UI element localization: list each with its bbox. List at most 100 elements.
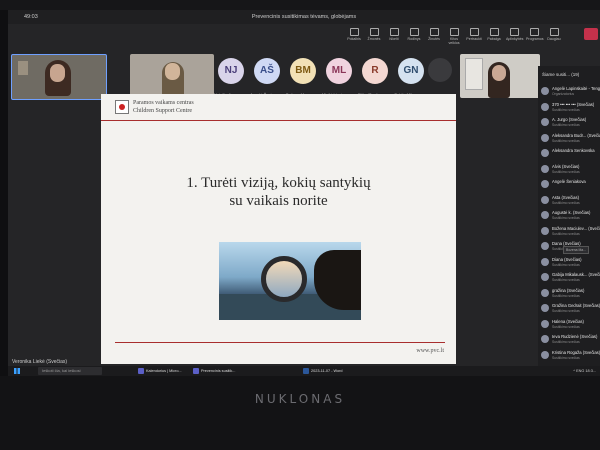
- presenter-name: Veronika Liekė (Svečias): [12, 359, 68, 365]
- participant-list-name: 370 ••• ••• ••• (Svečias): [552, 101, 595, 107]
- participant-avatar[interactable]: AŠ: [254, 58, 280, 84]
- participant-list-item[interactable]: Diana (Svečias) Susitikimo svečias: [541, 257, 600, 269]
- participant-list-name: Gabija Mikalausk... (Svečias): [552, 272, 600, 277]
- chat-button[interactable]: Pokalbis: [346, 28, 362, 41]
- person-face: [50, 64, 65, 82]
- participant-list-item[interactable]: Halena (Svečias) Susitikimo svečias: [541, 319, 600, 331]
- view-icon: [409, 28, 419, 36]
- more-participants-icon[interactable]: [428, 58, 452, 82]
- slide-footer-url: www.pvc.lt: [416, 348, 444, 354]
- teams-icon: [193, 368, 199, 374]
- participant-list-name: Aleksandra Budr... (Svečias): [552, 132, 600, 138]
- participant-list-item[interactable]: A. Jurgo (Svečias) Susitikimo svečias: [541, 117, 600, 129]
- participant-list-item[interactable]: gražina (Svečias) Susitikimo svečias: [541, 288, 600, 300]
- person-face: [492, 65, 506, 81]
- settings-button[interactable]: Aplinkybės: [506, 28, 523, 41]
- participant-avatar-icon: [541, 335, 549, 343]
- participant-list-item[interactable]: Kristina Rogaža (Svečias) Susitikimo sveč…: [541, 350, 600, 362]
- participant-list-name: Asta (Svečias): [552, 194, 579, 200]
- taskbar-search-input[interactable]: Ieškoti čia, kai ieškosi: [38, 367, 102, 375]
- participant-list-item[interactable]: Aleksandra Budr... (Svečias) Susitikimo s…: [541, 133, 600, 145]
- organization-logo-icon: [115, 100, 129, 114]
- participant-avatar-icon: [541, 164, 549, 173]
- apps-button[interactable]: Programos: [526, 28, 544, 41]
- view-button[interactable]: Rodinys: [406, 28, 422, 41]
- participant-list-name: Angelė Šeniakova: [552, 179, 586, 184]
- participant-avatar-icon: [541, 257, 549, 266]
- participant-avatar-icon: [541, 242, 549, 250]
- participant-avatar-icon: [541, 288, 549, 297]
- background-window: [465, 58, 483, 90]
- participant-list-item[interactable]: Angelė Šeniakova: [541, 179, 600, 191]
- participant-avatar-icon: [541, 226, 549, 235]
- panel-header: Šiame susiti... (19): [542, 72, 580, 77]
- people-button[interactable]: Žmonės: [366, 28, 382, 41]
- participant-list-name: Ieva Rudzienė (Svečias): [552, 334, 598, 339]
- slide-photo: [219, 242, 361, 320]
- participant-list-role: Susitikimo svečias: [552, 200, 580, 205]
- hover-tooltip: Bozena Ma...: [563, 246, 589, 254]
- taskbar-app-meeting[interactable]: Prevencinis susitik...: [193, 367, 235, 375]
- participant-list-role: Susitikimo svečias: [552, 278, 580, 282]
- participant-list-name: Božena Maciulev... (Svečias): [552, 225, 600, 231]
- participant-list-item[interactable]: 370 ••• ••• ••• (Svečias) Susitikimo sveč…: [541, 102, 600, 114]
- pause-icon: [469, 28, 479, 36]
- end-button[interactable]: Pabaiga: [486, 28, 502, 41]
- participant-avatar[interactable]: NJ: [218, 58, 244, 84]
- photo-lens: [261, 256, 307, 302]
- participant-list-item[interactable]: Angelė Lapinskaitė - Teng... Organizatori…: [541, 86, 600, 98]
- windows-start-icon[interactable]: [14, 368, 20, 374]
- taskbar-app-word[interactable]: 2023-11-07 - Word: [303, 367, 343, 375]
- participant-avatar[interactable]: GN: [398, 58, 424, 84]
- stop-icon: [489, 28, 499, 36]
- participant-list-role: Organizatorius: [552, 92, 575, 96]
- leave-button[interactable]: [584, 28, 598, 40]
- slide-title-line: su vaikais norite: [229, 193, 328, 209]
- participant-list-item[interactable]: Božena Maciulev... (Svečias)Susitikimo s…: [541, 226, 600, 238]
- participant-avatar-icon: [541, 211, 549, 219]
- monitor-bezel-bottom: [0, 376, 600, 450]
- participant-list-name: Alvis (Svečias): [552, 163, 580, 169]
- participant-list-name: Kristina Rogaža (Svečias): [552, 349, 600, 355]
- participant-list-item[interactable]: Alvis (Svečias) Susitikimo svečias: [541, 164, 600, 176]
- grid-icon: [529, 28, 539, 36]
- gear-icon: [509, 28, 519, 36]
- participant-list-item[interactable]: Ieva Rudzienė (Svečias) Susitikimo svečia…: [541, 334, 600, 346]
- self-video-tile[interactable]: [11, 54, 107, 100]
- participant-avatar[interactable]: ML: [326, 58, 352, 84]
- more-icon: [549, 28, 559, 36]
- pause-button[interactable]: Pertraukti: [466, 28, 482, 41]
- participant-list-role: Susitikimo svečias: [552, 262, 580, 267]
- taskbar-app-calendar[interactable]: Kalendorius | Micro...: [138, 367, 182, 375]
- participant-video-tile[interactable]: [130, 54, 214, 98]
- participant-avatar[interactable]: BM: [290, 58, 316, 84]
- teams-title-bar: 49:03 Prevencinis susitikimas tėvams, gl…: [8, 10, 600, 24]
- participant-avatar[interactable]: R: [362, 58, 388, 84]
- participant-list-item[interactable]: Asta (Svečias) Susitikimo svečias: [541, 195, 600, 207]
- more-actions-button[interactable]: Kitos veiklos: [446, 28, 462, 45]
- participant-avatar-icon: [541, 118, 549, 126]
- participant-video-tile[interactable]: [460, 54, 540, 98]
- participant-list-role: Susitikimo svečias: [552, 123, 580, 127]
- reactions-button[interactable]: Žinutės: [426, 28, 442, 41]
- participant-list-role: Susitikimo svečias: [552, 107, 580, 112]
- participant-list-item[interactable]: Aleksandra Senkovska: [541, 148, 600, 160]
- participant-avatar-icon: [541, 180, 549, 188]
- participant-list-name: Augustė k. (Svečias): [552, 210, 591, 215]
- participant-avatar-icon: [541, 273, 549, 281]
- participant-list-item[interactable]: Gražina Gedrait (Svečias) Susitikimo sveč…: [541, 303, 600, 315]
- participant-list-name: gražina (Svečias): [552, 287, 585, 293]
- shared-presentation-slide: Paramos vaikams centras Children Support…: [101, 94, 456, 364]
- meeting-title: Prevencinis susitikimas tėvams, globėjam…: [251, 14, 357, 20]
- slide-header: Paramos vaikams centras Children Support…: [101, 94, 456, 121]
- participant-avatar-icon: [541, 350, 549, 359]
- raise-hand-button[interactable]: Iškelti: [386, 28, 402, 41]
- more-button[interactable]: Daugiau: [546, 28, 562, 41]
- reaction-icon: [429, 28, 439, 36]
- participant-list-role: Susitikimo svečias: [552, 293, 580, 298]
- teams-icon: [138, 368, 144, 374]
- participant-list-name: Aleksandra Senkovska: [552, 148, 595, 153]
- participant-list-item[interactable]: Gabija Mikalausk... (Svečias)Susitikimo …: [541, 272, 600, 284]
- participant-list-item[interactable]: Augustė k. (Svečias) Susitikimo svečias: [541, 210, 600, 222]
- monitor-bezel-top: [0, 0, 600, 10]
